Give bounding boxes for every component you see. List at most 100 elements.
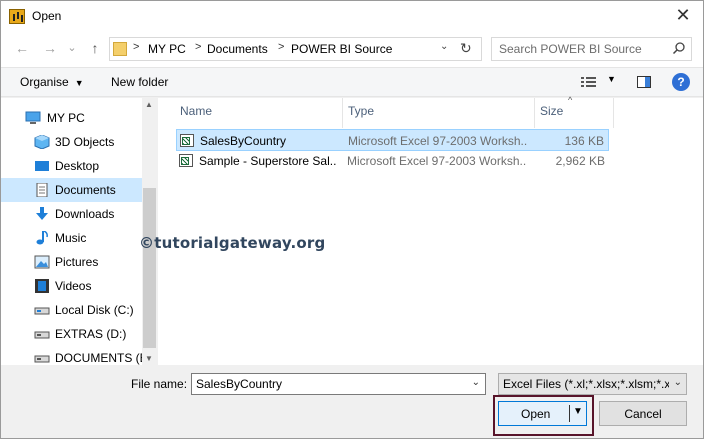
split-divider — [569, 405, 570, 422]
sidebar-item-extras-d[interactable]: EXTRAS (D:) — [1, 322, 142, 346]
back-arrow-icon[interactable]: ← — [13, 39, 31, 57]
drive-icon — [34, 307, 50, 315]
file-type: Microsoft Excel 97-2003 Worksh... — [348, 134, 528, 148]
view-options-icon[interactable] — [581, 76, 597, 88]
sidebar-scrollbar[interactable]: ▲ ▼ — [142, 98, 157, 365]
file-name-field[interactable]: SalesByCountry ⌄ — [191, 373, 486, 395]
chevron-down-icon[interactable]: ⌄ — [472, 377, 480, 388]
file-list: Name Type Size ^ SalesByCountry Microsof… — [158, 95, 703, 365]
drive-icon — [34, 355, 50, 363]
search-placeholder: Search POWER BI Source — [499, 42, 642, 56]
file-size: 2,962 KB — [555, 154, 605, 168]
organise-button[interactable]: Organise ▼ — [20, 75, 84, 89]
chevron-down-icon[interactable]: ▼ — [573, 406, 583, 417]
open-file-dialog: Open ✕ ← → ⌄ ↑ > MY PC > Documents > POW… — [0, 0, 704, 439]
computer-icon — [25, 111, 41, 124]
chevron-down-icon: ▼ — [74, 78, 84, 88]
sidebar-item-documents-e[interactable]: DOCUMENTS (E — [1, 346, 148, 370]
column-header-name[interactable]: Name — [180, 104, 212, 118]
address-bar[interactable]: > MY PC > Documents > POWER BI Source ⌄ … — [109, 37, 482, 61]
cube-icon — [34, 135, 50, 149]
music-note-icon — [36, 231, 48, 245]
breadcrumb-separator: > — [195, 41, 202, 53]
sidebar-item-label: Music — [55, 231, 87, 245]
sidebar-item-label: Documents — [55, 183, 116, 197]
desktop-icon — [35, 161, 49, 171]
breadcrumb-documents[interactable]: Documents — [207, 42, 268, 56]
file-type-filter[interactable]: Excel Files (*.xl;*.xlsx;*.xlsm;*.xls ⌄ — [498, 373, 687, 395]
download-arrow-icon — [36, 207, 48, 220]
cancel-button[interactable]: Cancel — [599, 401, 687, 426]
sidebar-item-videos[interactable]: Videos — [1, 274, 142, 298]
sort-ascending-icon: ^ — [568, 95, 573, 105]
sidebar-item-music[interactable]: Music — [1, 226, 142, 250]
command-bar: Organise ▼ New folder ▼ ? — [1, 67, 703, 97]
organise-label: Organise — [20, 75, 69, 89]
search-input[interactable]: Search POWER BI Source — [491, 37, 692, 61]
window-title: Open — [32, 9, 62, 23]
open-button[interactable]: Open ▼ — [498, 401, 587, 426]
sidebar-item-label: EXTRAS (D:) — [55, 327, 127, 341]
chevron-down-icon: ⌄ — [673, 377, 682, 388]
file-name-label: File name: — [131, 377, 188, 391]
sidebar-item-pictures[interactable]: Pictures — [1, 250, 142, 274]
close-icon[interactable]: ✕ — [673, 5, 693, 25]
cancel-label: Cancel — [624, 407, 662, 421]
sidebar-item-downloads[interactable]: Downloads — [1, 202, 142, 226]
chevron-down-icon[interactable]: ▼ — [607, 74, 616, 84]
watermark: ©tutorialgateway.org — [139, 234, 326, 252]
film-icon — [35, 279, 49, 293]
refresh-icon[interactable]: ↻ — [460, 40, 472, 57]
breadcrumb-power-bi-source[interactable]: POWER BI Source — [291, 42, 392, 56]
breadcrumb-separator: > — [278, 41, 285, 53]
sidebar-item-label: Local Disk (C:) — [55, 303, 134, 317]
column-divider[interactable] — [534, 98, 535, 128]
sidebar-item-label: Downloads — [55, 207, 115, 221]
sidebar-item-my-pc[interactable]: MY PC — [1, 106, 142, 130]
sidebar-item-documents[interactable]: Documents — [1, 178, 142, 202]
pictures-icon — [34, 255, 50, 269]
column-header-size[interactable]: Size — [540, 104, 563, 118]
table-row[interactable]: SalesByCountry Microsoft Excel 97-2003 W… — [176, 129, 609, 151]
new-folder-button[interactable]: New folder — [111, 75, 168, 89]
scrollbar-thumb[interactable] — [143, 188, 156, 348]
file-type: Microsoft Excel 97-2003 Worksh... — [347, 154, 527, 168]
table-row[interactable]: Sample - Superstore Sal... Microsoft Exc… — [176, 150, 609, 172]
sidebar-item-label: Desktop — [55, 159, 100, 173]
forward-arrow-icon[interactable]: → — [41, 39, 59, 57]
open-label: Open — [521, 407, 551, 421]
sidebar-item-label: Videos — [55, 279, 92, 293]
navigation-pane: MY PC 3D Objects Desktop Documents Downl… — [1, 98, 157, 365]
sidebar-item-desktop[interactable]: Desktop — [1, 154, 142, 178]
file-name-value: SalesByCountry — [196, 377, 283, 391]
file-size: 136 KB — [564, 134, 604, 148]
sidebar-item-local-disk-c[interactable]: Local Disk (C:) — [1, 298, 142, 322]
breadcrumb-separator: > — [133, 41, 140, 53]
search-icon[interactable] — [672, 41, 686, 55]
excel-file-icon — [179, 154, 193, 167]
help-icon[interactable]: ? — [672, 73, 690, 91]
navigation-row: ← → ⌄ ↑ > MY PC > Documents > POWER BI S… — [1, 31, 703, 67]
file-name: Sample - Superstore Sal... — [199, 154, 337, 168]
column-divider[interactable] — [342, 98, 343, 128]
sidebar-item-label: MY PC — [47, 111, 85, 125]
breadcrumb-my-pc[interactable]: MY PC — [148, 42, 186, 56]
column-divider[interactable] — [613, 98, 614, 128]
scroll-down-icon[interactable]: ▼ — [145, 354, 153, 363]
chevron-down-icon[interactable]: ⌄ — [440, 41, 448, 52]
file-name: SalesByCountry — [200, 134, 287, 148]
title-bar: Open ✕ — [1, 1, 703, 31]
sidebar-item-3d-objects[interactable]: 3D Objects — [1, 130, 142, 154]
preview-pane-icon[interactable] — [637, 76, 651, 88]
sidebar-item-label: Pictures — [55, 255, 99, 269]
documents-icon — [36, 183, 48, 197]
excel-file-icon — [180, 134, 194, 147]
recent-locations-icon[interactable]: ⌄ — [63, 39, 81, 57]
power-bi-app-icon — [9, 9, 25, 24]
column-header-type[interactable]: Type — [348, 104, 374, 118]
scroll-up-icon[interactable]: ▲ — [145, 100, 153, 109]
drive-icon — [34, 331, 50, 339]
up-arrow-icon[interactable]: ↑ — [86, 39, 104, 57]
sidebar-item-label: 3D Objects — [55, 135, 115, 149]
sidebar-item-label: DOCUMENTS (E — [55, 351, 148, 365]
